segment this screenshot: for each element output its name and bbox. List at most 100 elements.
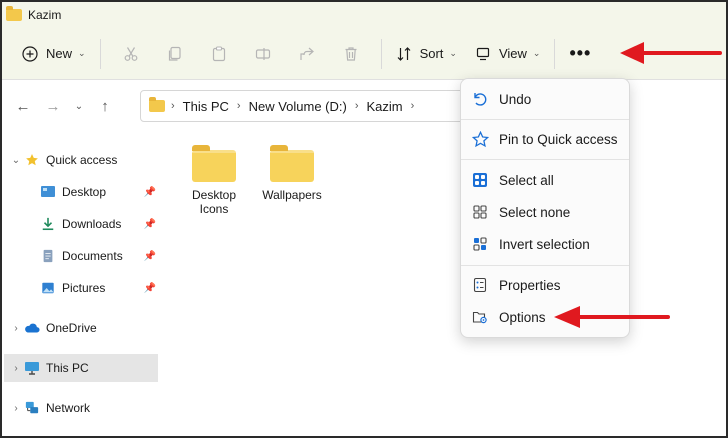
chevron-down-icon: ⌄ — [449, 48, 457, 58]
share-icon — [299, 47, 314, 60]
sidebar-item-this-pc[interactable]: › This PC — [4, 354, 158, 382]
undo-icon — [474, 93, 487, 106]
red-arrow-annotation — [620, 42, 722, 64]
menu-item-pin-to-quick-access[interactable]: Pin to Quick access — [461, 125, 629, 153]
sidebar-item-label: Documents — [62, 249, 123, 263]
breadcrumb-this-pc[interactable]: This PC — [183, 99, 229, 114]
view-icon — [476, 47, 490, 60]
paste-button[interactable] — [197, 38, 241, 70]
view-button-label: View — [498, 46, 527, 61]
menu-divider — [461, 159, 629, 160]
file-name-line: Wallpapers — [262, 188, 322, 202]
toolbar-divider — [99, 38, 101, 69]
menu-item-invert-selection[interactable]: Invert selection — [461, 230, 629, 258]
copy-button[interactable] — [153, 38, 197, 70]
sidebar-item-documents[interactable]: Documents 📌 — [4, 242, 158, 270]
folder-icon — [270, 145, 314, 182]
share-button[interactable] — [285, 38, 329, 70]
see-more-menu: Undo Pin to Quick access Select all Sele… — [460, 78, 630, 338]
breadcrumb-new-volume[interactable]: New Volume (D:) — [249, 99, 347, 114]
chevron-down-icon: ⌄ — [78, 48, 86, 58]
toolbar-divider — [380, 38, 382, 69]
trash-icon — [345, 46, 357, 61]
sidebar-item-pictures[interactable]: Pictures 📌 — [4, 274, 158, 302]
file-explorer-window: Kazim New ⌄ Sort ⌄ View ⌄ ••• ← → ⌄ ↑ › … — [0, 0, 728, 438]
pictures-icon — [42, 282, 54, 294]
rename-button[interactable] — [241, 38, 285, 70]
new-button-label: New — [46, 46, 73, 61]
invert-selection-icon — [473, 237, 487, 251]
chevron-right-icon[interactable]: › — [8, 403, 24, 414]
cut-icon — [124, 46, 137, 61]
desktop-icon — [41, 186, 55, 197]
chevron-down-icon: ⌄ — [532, 48, 541, 58]
chevron-right-icon[interactable]: › — [8, 363, 24, 374]
sidebar-item-quick-access[interactable]: ⌄ Quick access — [4, 146, 158, 174]
see-more-button[interactable]: ••• — [563, 38, 597, 70]
folder-icon — [192, 145, 236, 182]
chevron-right-icon: › — [354, 100, 359, 112]
chevron-right-icon: › — [410, 100, 415, 112]
folder-wallpapers[interactable]: Wallpapers — [254, 145, 330, 202]
sidebar-item-label: Pictures — [62, 281, 106, 295]
menu-item-label: Select none — [499, 204, 571, 220]
view-button[interactable]: View ⌄ — [469, 38, 547, 70]
plus-circle-icon — [22, 45, 38, 62]
sidebar-item-onedrive[interactable]: › OneDrive — [4, 314, 158, 342]
new-button[interactable]: New ⌄ — [16, 38, 92, 70]
chevron-right-icon: › — [236, 100, 241, 112]
back-button[interactable]: ← — [8, 98, 38, 115]
menu-item-select-all[interactable]: Select all — [461, 166, 629, 194]
monitor-icon — [25, 362, 39, 375]
menu-item-select-none[interactable]: Select none — [461, 198, 629, 226]
menu-item-label: Undo — [499, 91, 532, 107]
cut-button[interactable] — [109, 38, 153, 70]
navigation-pane: ⌄ Quick access Desktop 📌 Downloads 📌 Doc… — [2, 142, 162, 436]
delete-button[interactable] — [329, 38, 373, 70]
file-name-line: Icons — [199, 202, 229, 216]
folder-desktop-icons[interactable]: Desktop Icons — [176, 145, 252, 216]
folder-icon — [6, 6, 22, 21]
sidebar-item-desktop[interactable]: Desktop 📌 — [4, 178, 158, 206]
sidebar-item-label: Quick access — [46, 153, 118, 167]
toolbar-divider — [554, 38, 556, 69]
sidebar-item-label: This PC — [46, 361, 89, 375]
properties-icon — [473, 277, 487, 293]
pin-icon[interactable]: 📌 — [144, 283, 156, 294]
up-button[interactable]: ↑ — [90, 98, 120, 115]
menu-divider — [461, 119, 629, 120]
menu-item-properties[interactable]: Properties — [461, 271, 629, 299]
breadcrumb-kazim[interactable]: Kazim — [367, 99, 403, 114]
menu-item-undo[interactable]: Undo — [461, 85, 629, 113]
sort-button[interactable]: Sort ⌄ — [390, 38, 463, 70]
select-none-icon — [473, 205, 487, 219]
pin-icon[interactable]: 📌 — [144, 187, 156, 198]
pin-icon[interactable]: 📌 — [144, 219, 156, 230]
chevron-down-icon[interactable]: ⌄ — [8, 155, 24, 166]
sidebar-item-label: Network — [46, 401, 91, 415]
menu-item-label: Pin to Quick access — [499, 131, 618, 147]
recent-locations-button[interactable]: ⌄ — [68, 101, 90, 112]
sidebar-item-network[interactable]: › Network — [4, 394, 158, 422]
menu-divider — [461, 265, 629, 266]
sort-icon — [397, 46, 410, 61]
sidebar-item-downloads[interactable]: Downloads 📌 — [4, 210, 158, 238]
sidebar-item-label: OneDrive — [46, 321, 97, 335]
menu-item-label: Options — [499, 309, 546, 325]
rename-icon — [255, 47, 270, 60]
sidebar-item-label: Downloads — [62, 217, 122, 231]
chevron-right-icon[interactable]: › — [8, 323, 24, 334]
paste-icon — [212, 45, 225, 61]
forward-button[interactable]: → — [38, 98, 68, 115]
pin-star-icon — [471, 130, 489, 147]
network-icon — [25, 401, 39, 414]
address-bar[interactable]: › This PC › New Volume (D:) › Kazim › — [140, 90, 470, 122]
pin-icon[interactable]: 📌 — [144, 251, 156, 262]
star-icon — [26, 154, 38, 166]
menu-item-label: Select all — [499, 172, 554, 188]
menu-item-label: Invert selection — [499, 236, 590, 252]
file-name-line: Desktop — [191, 188, 237, 202]
documents-icon — [43, 249, 53, 263]
menu-item-label: Properties — [499, 277, 561, 293]
options-icon — [472, 311, 487, 324]
